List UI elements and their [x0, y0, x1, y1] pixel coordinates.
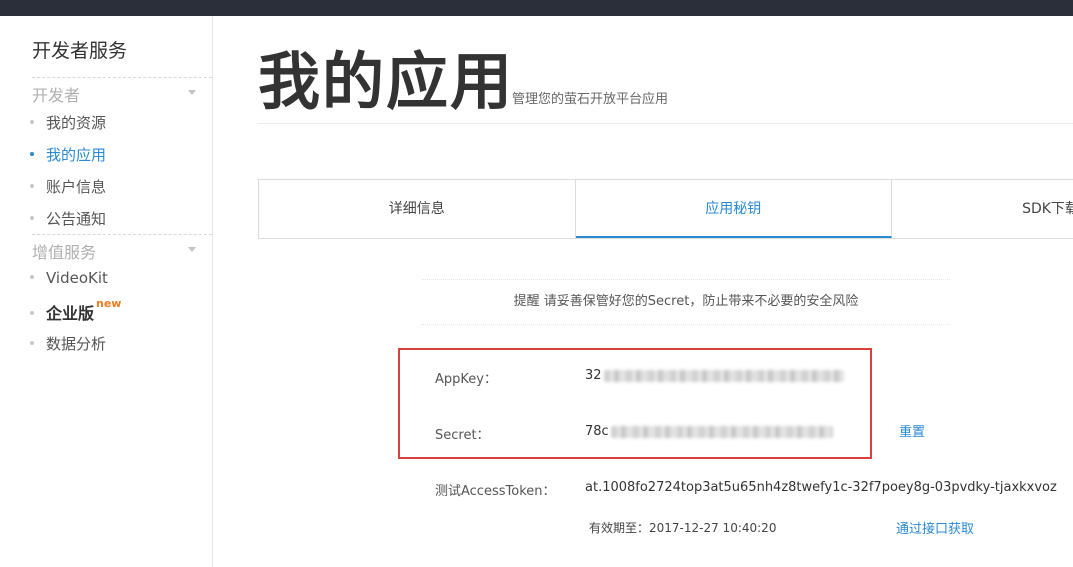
sidebar: 开发者服务 开发者 我的资源 我的应用 账户信息 公告通知 增值服务 Video…: [0, 16, 213, 567]
dot-icon: [30, 151, 34, 156]
dot-icon: [30, 310, 34, 315]
dot-icon: [30, 340, 34, 345]
caret-down-icon[interactable]: [188, 90, 196, 95]
sidebar-item-videokit[interactable]: VideoKit: [30, 269, 108, 287]
sidebar-item-enterprise[interactable]: 企业版new: [30, 296, 122, 324]
access-token-value: at.1008fo2724top3at5u65nh4z8twefy1c-32f7…: [585, 480, 1057, 495]
caret-down-icon[interactable]: [188, 247, 196, 252]
sidebar-group-label: 开发者: [32, 86, 81, 105]
appkey-label: AppKey：: [435, 372, 497, 387]
sidebar-item-data-analysis[interactable]: 数据分析: [30, 333, 106, 354]
new-badge: new: [96, 296, 122, 310]
dot-icon: [30, 183, 34, 188]
sidebar-title: 开发者服务: [32, 40, 128, 62]
sidebar-item-announcements[interactable]: 公告通知: [30, 208, 106, 229]
tab-sdk-download[interactable]: SDK下载: [892, 180, 1073, 238]
sidebar-group-value-added[interactable]: 增值服务: [32, 234, 212, 262]
sidebar-group-label: 增值服务: [32, 243, 97, 262]
tab-details[interactable]: 详细信息: [259, 180, 576, 238]
tab-bar: 详细信息 应用秘钥 SDK下载: [258, 179, 1073, 239]
token-expiry: 有效期至：2017-12-27 10:40:20: [589, 521, 777, 535]
tab-app-secret[interactable]: 应用秘钥: [575, 180, 893, 238]
sidebar-group-developer[interactable]: 开发者: [32, 77, 212, 105]
redacted-appkey: [603, 369, 844, 382]
dot-icon: [30, 119, 34, 124]
secret-value: 78c: [585, 424, 833, 439]
page-title: 我的应用: [258, 45, 515, 118]
dot-icon: [30, 215, 34, 220]
sidebar-item-my-resources[interactable]: 我的资源: [30, 112, 106, 133]
title-divider: [258, 123, 1073, 124]
access-token-label: 测试AccessToken：: [435, 484, 556, 499]
top-navigation-bar: [0, 0, 1073, 16]
sidebar-item-my-apps[interactable]: 我的应用: [30, 144, 106, 165]
appkey-value: 32: [585, 368, 844, 383]
sidebar-item-account-info[interactable]: 账户信息: [30, 176, 106, 197]
reset-secret-link[interactable]: 重置: [899, 421, 925, 440]
secret-label: Secret：: [435, 428, 490, 443]
fetch-via-api-link[interactable]: 通过接口获取: [896, 518, 974, 537]
page-subtitle: 管理您的萤石开放平台应用: [512, 92, 669, 107]
redacted-secret: [610, 425, 833, 438]
security-notice: 提醒 请妥善保管好您的Secret，防止带来不必要的安全风险: [422, 279, 950, 325]
dot-icon: [30, 274, 34, 279]
